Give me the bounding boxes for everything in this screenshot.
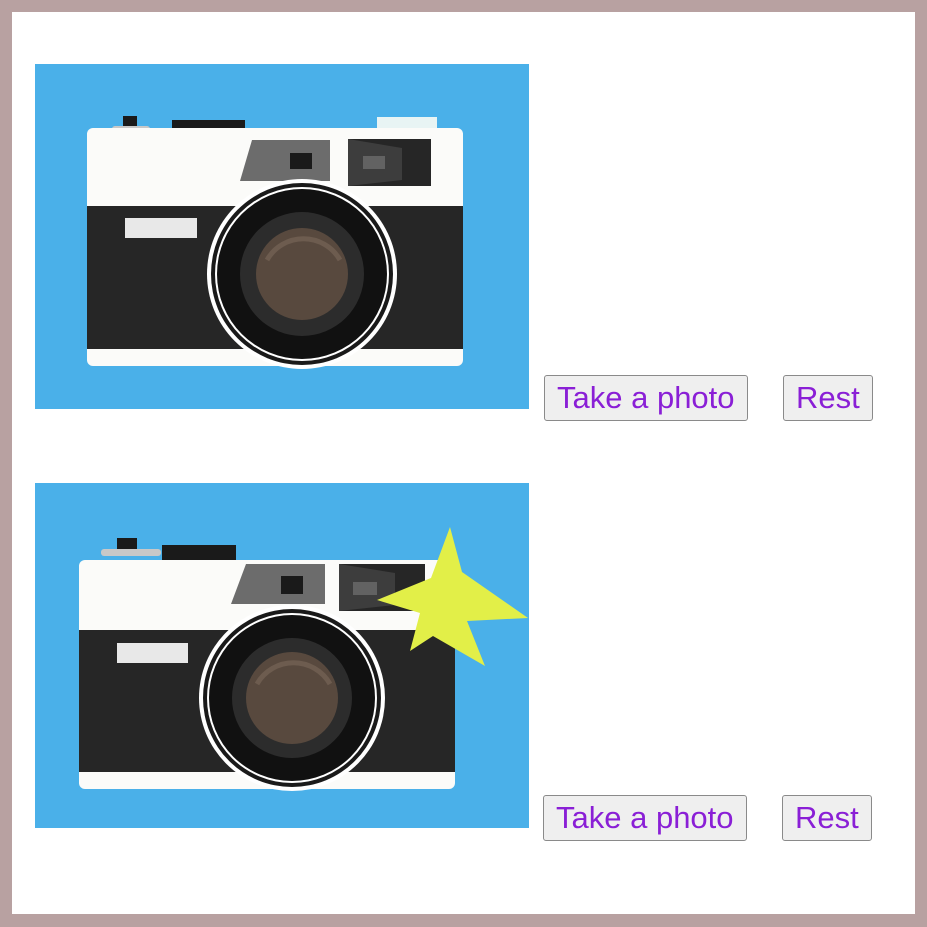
flash-hotshoe — [162, 545, 236, 561]
camera-illustration — [35, 483, 529, 828]
viewfinder-highlight — [353, 582, 377, 595]
take-photo-button[interactable]: Take a photo — [543, 795, 747, 841]
camera-scene-idle — [35, 64, 529, 409]
name-plate — [117, 643, 188, 663]
lens-glass — [246, 652, 338, 744]
viewfinder-highlight — [363, 156, 385, 169]
lens-glass — [256, 228, 348, 320]
name-plate — [125, 218, 197, 238]
rangefinder-window — [240, 140, 330, 181]
rangefinder-dot — [281, 576, 303, 594]
camera-illustration — [35, 64, 529, 409]
rangefinder-window — [231, 564, 325, 604]
rest-button[interactable]: Rest — [783, 375, 873, 421]
rangefinder-dot — [290, 153, 312, 169]
shutter-button — [117, 538, 137, 549]
shutter-dial — [101, 549, 161, 556]
shutter-button — [123, 116, 137, 126]
rest-button[interactable]: Rest — [782, 795, 872, 841]
take-photo-button[interactable]: Take a photo — [544, 375, 748, 421]
camera-scene-flash — [35, 483, 529, 828]
